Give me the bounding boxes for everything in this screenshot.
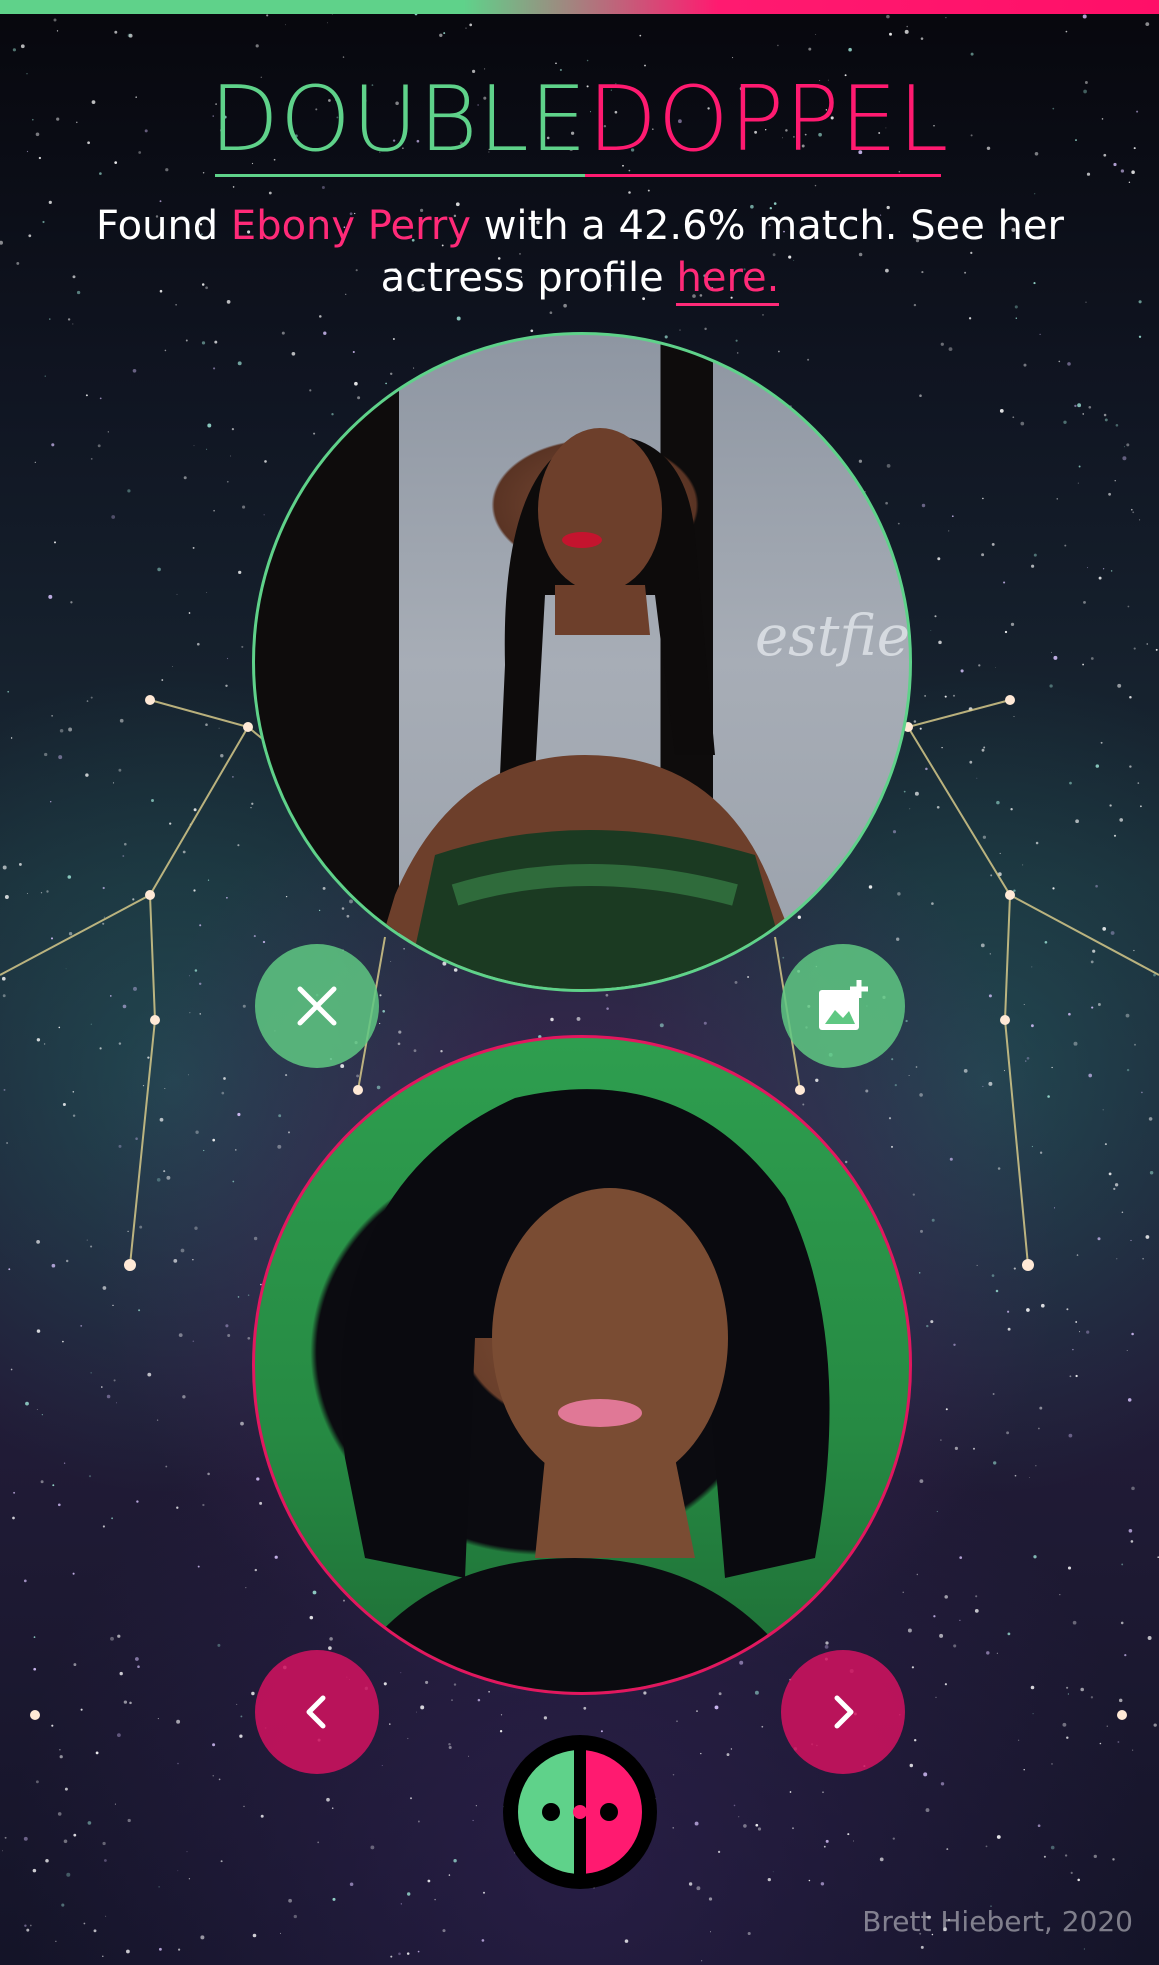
svg-text:estfield: estfield (755, 604, 912, 669)
previous-match-button[interactable] (255, 1650, 379, 1774)
profile-link[interactable]: here. (676, 255, 780, 306)
next-match-button[interactable] (781, 1650, 905, 1774)
matched-actress-photo (252, 1035, 912, 1695)
portrait-silhouette-icon: estfield (366, 428, 912, 989)
chevron-right-icon (834, 1695, 854, 1729)
logo-doppel: DOPPEL (587, 67, 950, 172)
top-gradient-bar (0, 0, 1159, 14)
app-logo: DOUBLEDOPPEL (0, 70, 1159, 170)
author-credit: Brett Hiebert, 2020 (862, 1905, 1133, 1938)
actress-name: Ebony Perry (230, 203, 471, 249)
match-result-text: Found Ebony Perry with a 42.6% match. Se… (80, 200, 1080, 306)
found-prefix: Found (96, 203, 219, 249)
close-button[interactable] (255, 944, 379, 1068)
close-icon (297, 986, 337, 1026)
logo-underline-green (215, 174, 585, 177)
doubledoppel-logo-icon (518, 1750, 642, 1874)
uploaded-photo: estfield (252, 332, 912, 992)
add-photo-button[interactable] (781, 944, 905, 1068)
chevron-left-icon (306, 1695, 326, 1729)
logo-underline-pink (585, 174, 941, 177)
add-photo-icon (819, 980, 868, 1030)
logo-double: DOUBLE (209, 67, 588, 172)
app-logo-button[interactable] (503, 1735, 657, 1889)
portrait-silhouette-icon (338, 1089, 830, 1692)
